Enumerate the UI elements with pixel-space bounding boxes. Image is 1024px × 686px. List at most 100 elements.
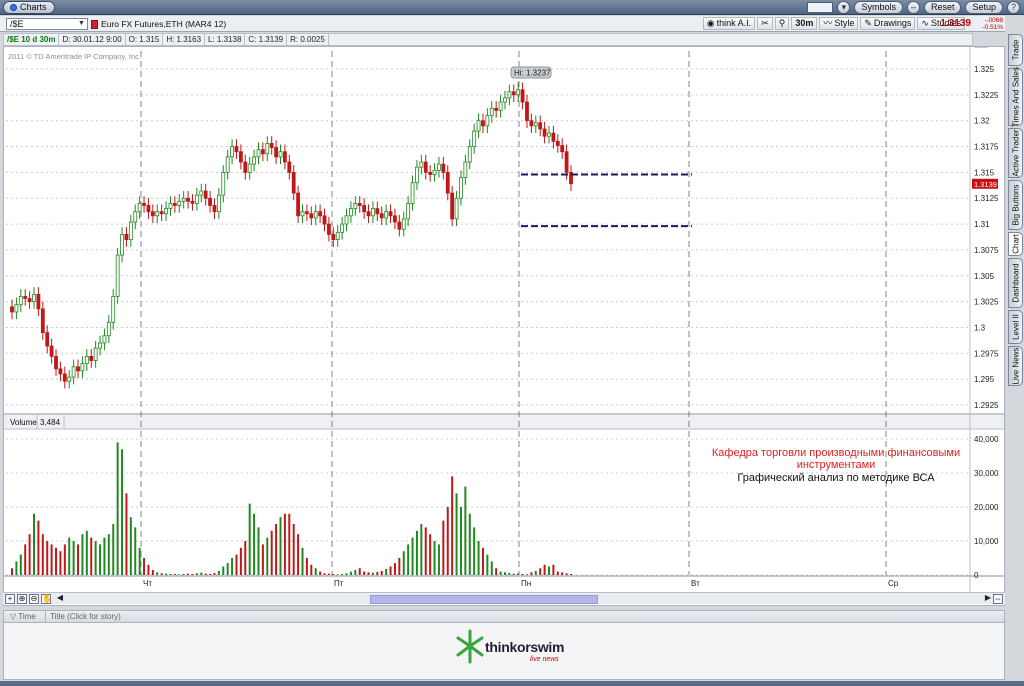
reset-button[interactable]: Reset	[923, 1, 962, 14]
time-tick-label: Ср	[888, 579, 899, 588]
news-header: ▽ Time Title (Click for story)	[4, 611, 1004, 623]
help-icon[interactable]: ?	[1007, 1, 1020, 14]
candle-body	[190, 200, 195, 204]
info-range: R: 0.0025	[287, 34, 329, 45]
live-news-panel: ▽ Time Title (Click for story) thinkorsw…	[3, 610, 1005, 680]
candle-body	[199, 190, 204, 196]
filter-icon: ▽	[10, 612, 19, 621]
candle-body	[128, 221, 133, 240]
candle-body	[45, 332, 50, 347]
tab-charts-label: Charts	[20, 2, 47, 12]
candle-body	[62, 373, 67, 382]
news-time-column[interactable]: ▽ Time	[4, 611, 46, 622]
candle-body	[243, 161, 248, 173]
think-ai-button[interactable]: ◉ think A.I.	[702, 17, 756, 30]
price-tick-label: 1.295	[974, 375, 995, 384]
side-tab-times-and-sales[interactable]: Times And Sales	[1008, 67, 1023, 127]
candle-body	[494, 107, 499, 111]
zoom-in-icon[interactable]: ⊕	[17, 594, 27, 604]
time-tick-label: Чт	[143, 579, 152, 588]
candle-body	[428, 171, 433, 175]
candle-body	[18, 296, 23, 306]
volume-tick-label: 0	[974, 571, 979, 580]
candle-body	[353, 202, 358, 209]
symbols-button[interactable]: Symbols	[854, 1, 903, 14]
drawings-button[interactable]: ✎ Drawings	[860, 17, 916, 30]
magnifier-tool-icon[interactable]: ⚲	[774, 17, 790, 30]
candle-body	[419, 161, 424, 168]
flag-icon	[91, 19, 98, 29]
info-high: H: 1.3163	[163, 34, 206, 45]
expand-icon[interactable]: ⇔	[993, 594, 1003, 604]
side-tab-level-ii[interactable]: Level II	[1008, 310, 1023, 344]
ohlc-info-strip: /$E 10 d 30m D: 30.01.12 9:00 O: 1.315 H…	[3, 33, 973, 46]
price-volume-chart[interactable]: 1.3251.32251.321.31751.3151.31251.311.30…	[4, 47, 1004, 593]
candle-body	[23, 296, 28, 299]
symbol-input[interactable]: /$E ▼	[6, 18, 88, 30]
horizontal-scroll-thumb[interactable]	[370, 595, 598, 604]
logo-name: thinkorswim	[485, 639, 565, 655]
volume-header-bg	[4, 415, 1004, 429]
candle-body	[313, 211, 318, 219]
candle-body	[529, 120, 534, 127]
candle-body	[76, 366, 80, 372]
price-tick-label: 1.3025	[974, 298, 999, 307]
style-button[interactable]: 〰 Style	[819, 17, 859, 30]
price-tick-label: 1.315	[974, 168, 995, 177]
price-tick-label: 1.2975	[974, 349, 999, 358]
candle-body	[102, 335, 107, 344]
side-tab-trade[interactable]: Trade	[1008, 34, 1023, 66]
candle-body	[67, 376, 72, 382]
candle-body	[252, 156, 256, 165]
crosshair-icon[interactable]: +	[5, 594, 15, 604]
candle-body	[498, 101, 503, 111]
style-icon: 〰	[823, 18, 833, 28]
minimize-icon[interactable]: –	[906, 1, 920, 14]
candle-body	[181, 197, 186, 202]
candle-body	[366, 211, 371, 217]
candle-body	[551, 132, 556, 142]
tab-charts[interactable]: Charts	[3, 1, 55, 14]
symbol-value: /$E	[10, 19, 24, 29]
side-tab-live-news[interactable]: Live News	[1008, 346, 1023, 386]
side-tab-label: Times And Sales	[1011, 67, 1020, 127]
side-tab-big-buttons[interactable]: Big Buttons	[1008, 180, 1023, 230]
side-tab-dashboard[interactable]: Dashboard	[1008, 258, 1023, 308]
scroll-right-icon[interactable]: ▶	[983, 594, 993, 604]
candle-body	[225, 156, 230, 173]
candle-body	[450, 192, 455, 220]
link-icon[interactable]: ▾	[837, 1, 851, 14]
news-title-column[interactable]: Title (Click for story)	[46, 611, 121, 622]
candle-body	[216, 194, 221, 213]
hand-pan-icon[interactable]: ✋	[41, 594, 52, 604]
candle-body	[133, 211, 138, 223]
hi-label: Hi: 1.3237	[514, 69, 551, 78]
chart-panel[interactable]: 1.325 1.3225 1.32 1.3175 1.315 1.3125 1.31 1.30…	[3, 46, 1005, 606]
chevron-down-icon[interactable]: ▼	[78, 20, 86, 28]
drawings-label: Drawings	[873, 18, 912, 28]
setup-button[interactable]: Setup	[965, 1, 1003, 14]
candle-body	[291, 171, 296, 194]
candle-body	[445, 171, 450, 194]
price-tick-label: 1.3225	[974, 91, 999, 100]
scroll-left-icon[interactable]: ◀	[55, 594, 65, 604]
candle-body	[247, 163, 252, 173]
candle-body	[155, 211, 160, 217]
candle-body	[327, 223, 331, 235]
candle-body	[80, 363, 85, 372]
zoom-out-icon[interactable]: ⊖	[29, 594, 39, 604]
side-tab-chart[interactable]: Chart	[1008, 232, 1023, 256]
side-tab-label: Level II	[1011, 314, 1020, 340]
side-tab-active-trader[interactable]: Active Trader	[1008, 128, 1023, 178]
timeframe-button[interactable]: 30m	[791, 17, 818, 30]
candle-body	[459, 177, 463, 199]
window-size-box[interactable]	[807, 2, 834, 13]
candle-body	[274, 147, 278, 158]
candle-body	[115, 254, 120, 297]
candle-body	[159, 211, 164, 215]
candle-body	[111, 296, 116, 323]
crosshair-tool-icon[interactable]: ✂	[757, 17, 773, 30]
net-change-value: -.0068	[984, 17, 1003, 24]
candle-body	[388, 211, 393, 217]
last-price-marker-label: 1.3139	[974, 180, 997, 189]
